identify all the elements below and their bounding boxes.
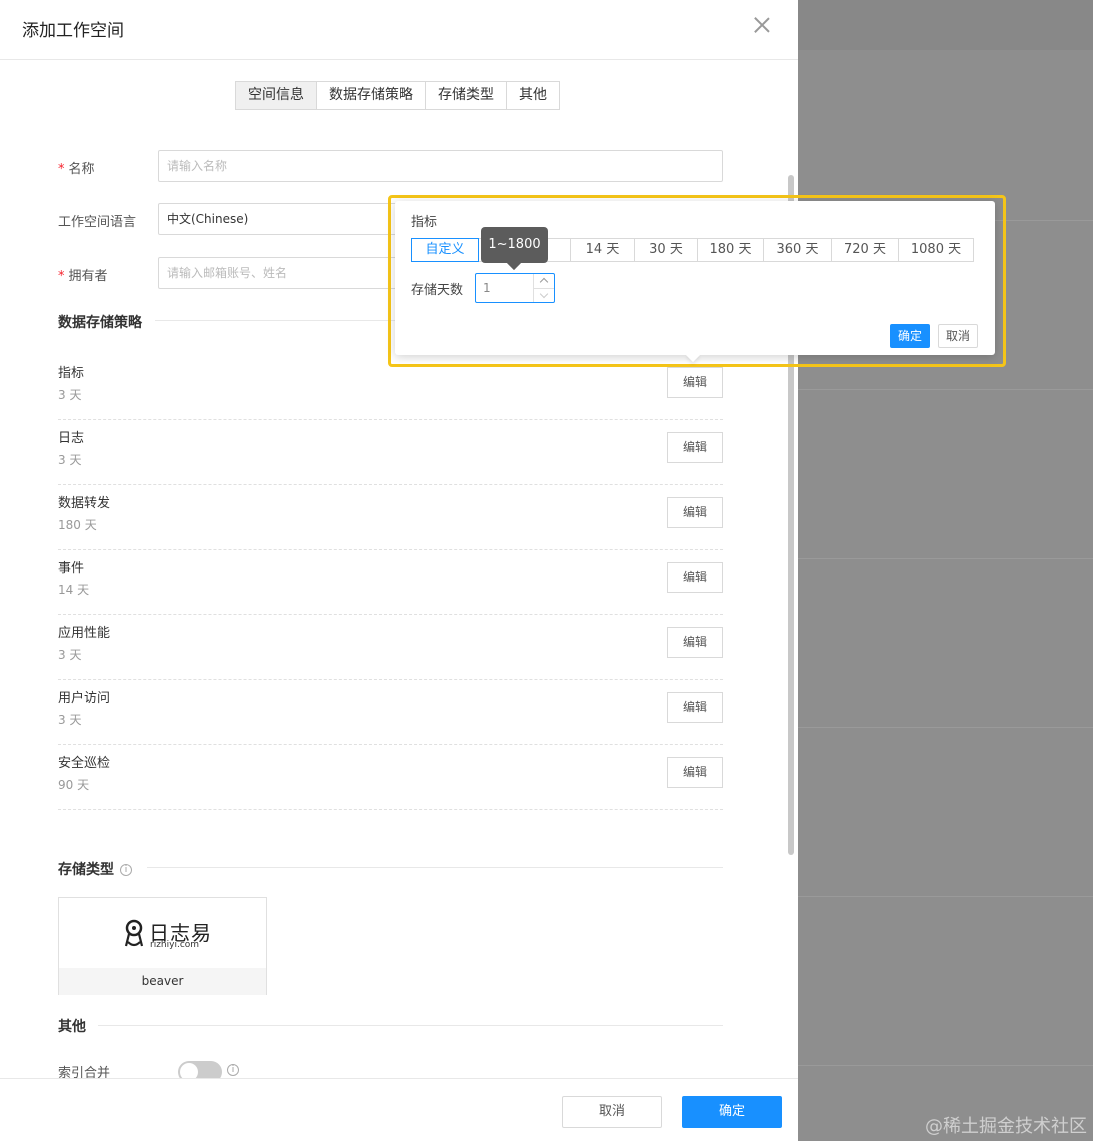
confirm-button[interactable]: 确定 xyxy=(682,1096,782,1128)
days-label: 存储天数 xyxy=(411,283,464,298)
popover-title: 指标 xyxy=(411,215,438,230)
preset-180-days[interactable]: 180 天 xyxy=(698,239,764,261)
info-icon[interactable]: i xyxy=(120,864,132,876)
tab-storage-type[interactable]: 存储类型 xyxy=(426,82,507,109)
edit-button[interactable]: 编辑 xyxy=(667,432,723,463)
policy-name: 安全巡检 xyxy=(58,756,111,771)
preset-custom[interactable]: 自定义 xyxy=(411,238,479,262)
popover-confirm-button[interactable]: 确定 xyxy=(890,324,930,348)
policy-value: 90 天 xyxy=(58,778,90,792)
policy-row-log: 日志 3 天 编辑 xyxy=(58,420,723,485)
owner-label-text: 拥有者 xyxy=(68,269,108,284)
preset-1080-days[interactable]: 1080 天 xyxy=(899,239,973,261)
section-divider xyxy=(147,867,723,868)
preset-30-days[interactable]: 30 天 xyxy=(635,239,698,261)
stepper-controls xyxy=(533,274,554,302)
policy-name: 日志 xyxy=(58,431,85,446)
popover-cancel-button[interactable]: 取消 xyxy=(938,324,978,348)
drawer-footer: 取消 确定 xyxy=(0,1078,798,1141)
increment-icon[interactable] xyxy=(534,274,554,288)
retention-popover: 指标 自定义 7 天 14 天 30 天 180 天 360 天 720 天 1… xyxy=(395,201,995,363)
tab-space-info[interactable]: 空间信息 xyxy=(236,82,317,109)
policy-name: 应用性能 xyxy=(58,626,111,641)
policy-row-security: 安全巡检 90 天 编辑 xyxy=(58,745,723,810)
policy-value: 14 天 xyxy=(58,583,90,597)
storage-type-title-text: 存储类型 xyxy=(58,862,114,878)
add-workspace-drawer: 添加工作空间 空间信息 数据存储策略 存储类型 其他 *名称 工作空间语言 中文… xyxy=(0,0,798,1141)
other-title: 其他 xyxy=(58,1019,86,1035)
backdrop-divider xyxy=(798,896,1093,897)
name-input[interactable] xyxy=(158,150,723,182)
policy-value: 3 天 xyxy=(58,388,82,402)
name-label: * 名称 xyxy=(58,158,95,177)
storage-card-caption: beaver xyxy=(59,968,266,995)
policy-value: 3 天 xyxy=(58,648,82,662)
policy-value: 180 天 xyxy=(58,518,97,532)
language-label: 工作空间语言 xyxy=(58,215,137,230)
policy-name: 数据转发 xyxy=(58,496,111,511)
preset-360-days[interactable]: 360 天 xyxy=(764,239,832,261)
policy-row-rum: 用户访问 3 天 编辑 xyxy=(58,680,723,745)
drawer-header: 添加工作空间 xyxy=(0,0,798,60)
section-divider xyxy=(98,1025,723,1026)
drawer-title: 添加工作空间 xyxy=(22,21,124,41)
required-mark: * xyxy=(58,162,65,177)
storage-policy-title: 数据存储策略 xyxy=(58,315,142,331)
policy-name: 事件 xyxy=(58,561,85,576)
cancel-button[interactable]: 取消 xyxy=(562,1096,662,1128)
backdrop-band xyxy=(798,0,1093,50)
storage-type-card[interactable]: 日志易 rizhiyi.com beaver xyxy=(58,897,267,995)
policy-name: 用户访问 xyxy=(58,691,111,706)
policy-value: 3 天 xyxy=(58,713,82,727)
edit-button[interactable]: 编辑 xyxy=(667,562,723,593)
backdrop-divider xyxy=(798,727,1093,728)
preset-14-days[interactable]: 14 天 xyxy=(571,239,635,261)
backdrop-divider xyxy=(798,558,1093,559)
rizhiyi-logo-icon xyxy=(124,919,144,947)
close-icon[interactable] xyxy=(752,15,772,35)
edit-button[interactable]: 编辑 xyxy=(667,627,723,658)
watermark: @稀土掘金技术社区 xyxy=(925,1116,1087,1137)
edit-button[interactable]: 编辑 xyxy=(667,367,723,398)
name-label-text: 名称 xyxy=(68,162,95,177)
days-stepper[interactable] xyxy=(475,273,555,303)
policy-row-event: 事件 14 天 编辑 xyxy=(58,550,723,615)
policy-row-forward: 数据转发 180 天 编辑 xyxy=(58,485,723,550)
section-tabs: 空间信息 数据存储策略 存储类型 其他 xyxy=(235,81,560,110)
backdrop-divider xyxy=(798,389,1093,390)
backdrop-divider xyxy=(798,1065,1093,1066)
modal-backdrop[interactable] xyxy=(798,0,1093,1141)
required-mark: * xyxy=(58,269,65,284)
info-icon[interactable]: i xyxy=(227,1064,239,1076)
decrement-icon[interactable] xyxy=(534,288,554,302)
policy-row-apm: 应用性能 3 天 编辑 xyxy=(58,615,723,680)
preset-720-days[interactable]: 720 天 xyxy=(832,239,899,261)
edit-button[interactable]: 编辑 xyxy=(667,497,723,528)
policy-value: 3 天 xyxy=(58,453,82,467)
edit-button[interactable]: 编辑 xyxy=(667,757,723,788)
owner-label: * 拥有者 xyxy=(58,265,108,284)
edit-button[interactable]: 编辑 xyxy=(667,692,723,723)
range-tooltip: 1~1800 xyxy=(481,227,548,263)
storage-logo: 日志易 rizhiyi.com xyxy=(59,898,266,968)
tab-storage-policy[interactable]: 数据存储策略 xyxy=(317,82,426,109)
logo-subtext: rizhiyi.com xyxy=(150,940,200,950)
storage-type-title: 存储类型 i xyxy=(58,859,132,879)
policy-name: 指标 xyxy=(58,366,85,381)
tab-other[interactable]: 其他 xyxy=(507,82,559,109)
days-input[interactable] xyxy=(476,274,532,302)
